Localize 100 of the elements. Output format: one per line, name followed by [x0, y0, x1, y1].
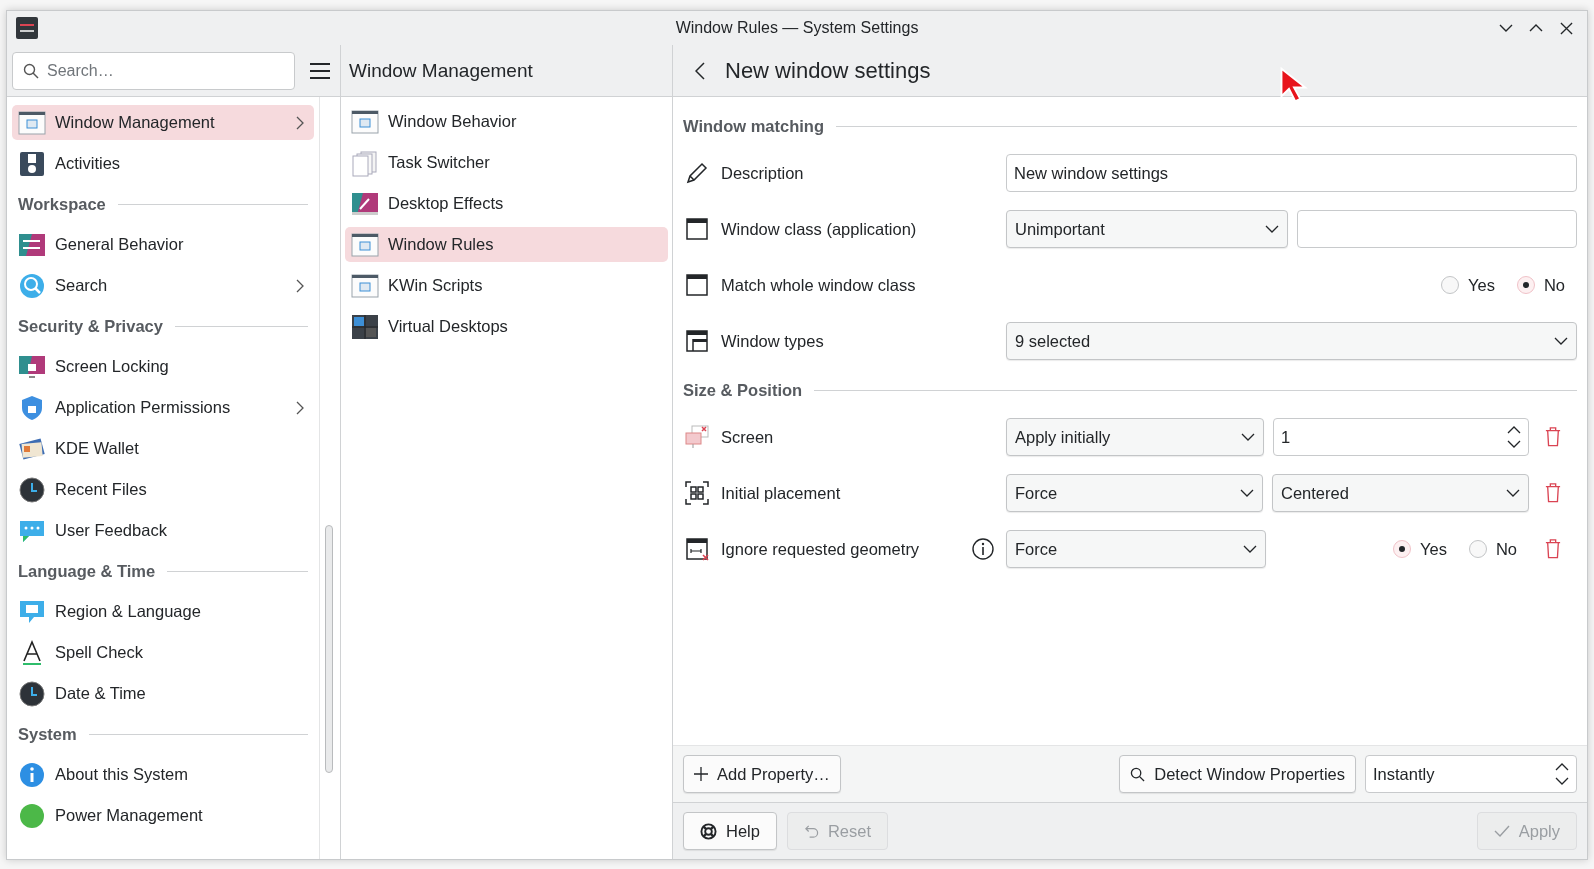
- dropdown[interactable]: Unimportant: [1006, 210, 1288, 248]
- plus-icon: [694, 767, 708, 781]
- dropdown[interactable]: Force: [1006, 474, 1263, 512]
- window-frame-icon: [683, 215, 711, 243]
- chevron-down-icon: [1265, 225, 1279, 233]
- search-field[interactable]: Search…: [12, 51, 295, 90]
- add-property-button[interactable]: Add Property…: [683, 755, 841, 793]
- chevron-left-icon: [695, 61, 705, 80]
- radio-label: No: [1543, 275, 1565, 295]
- dropdown[interactable]: Force: [1006, 530, 1266, 568]
- spin-box[interactable]: 1: [1273, 418, 1529, 456]
- panel-title: Window Management: [349, 59, 533, 82]
- chevron-down-icon: [1506, 489, 1520, 497]
- sidebar-item[interactable]: Screen Locking: [12, 349, 314, 384]
- module-item[interactable]: Desktop Effects: [345, 186, 668, 221]
- sidebar-item[interactable]: Region & Language: [12, 594, 314, 629]
- close-icon: [1559, 21, 1573, 35]
- section-heading: Language & Time: [18, 561, 156, 581]
- lifebuoy-icon: [700, 822, 717, 840]
- page-title: New window settings: [725, 57, 931, 84]
- trash-icon: [1545, 427, 1561, 447]
- module-item[interactable]: Virtual Desktops: [345, 309, 668, 344]
- property-label: Window types: [721, 331, 825, 351]
- up-down-arrows-icon: [1507, 426, 1521, 448]
- radio-label: Yes: [1468, 275, 1495, 295]
- section-heading: Security & Privacy: [18, 316, 163, 336]
- dropdown[interactable]: Centered: [1272, 474, 1529, 512]
- section-heading: Size & Position: [683, 380, 803, 400]
- window-types-icon: [683, 327, 711, 355]
- clock-icon: [18, 679, 46, 708]
- settings-app-icon: [15, 16, 39, 40]
- chevron-down-icon: [1243, 545, 1257, 553]
- activities-icon: [18, 149, 46, 178]
- trash-icon: [1545, 483, 1561, 503]
- sidebar-item[interactable]: Power Management: [12, 798, 314, 833]
- section-heading: System: [18, 724, 77, 744]
- sidebar-item[interactable]: Application Permissions: [12, 390, 314, 425]
- property-label: Ignore requested geometry: [721, 539, 921, 559]
- scrollbar-thumb[interactable]: [325, 525, 333, 773]
- window-title: Window Rules — System Settings: [675, 19, 919, 37]
- radio-button[interactable]: [1441, 276, 1459, 294]
- placement-icon: [683, 479, 711, 507]
- module-item[interactable]: Window Rules: [345, 227, 668, 262]
- window-icon: [351, 230, 379, 259]
- module-item[interactable]: KWin Scripts: [345, 268, 668, 303]
- menu-icon: [309, 61, 331, 80]
- stacked-windows-icon: [351, 148, 379, 177]
- sidebar-item[interactable]: Spell Check: [12, 635, 314, 670]
- chevron-down-icon: [1241, 433, 1255, 441]
- module-item[interactable]: Task Switcher: [345, 145, 668, 180]
- chevron-down-icon: [1554, 337, 1568, 345]
- clock-icon: [18, 475, 46, 504]
- sidebar-item[interactable]: Activities: [12, 146, 314, 181]
- property-label: Initial placement: [721, 483, 842, 503]
- geometry-icon: [683, 535, 711, 563]
- radio-label: No: [1495, 539, 1517, 559]
- sidebar-item[interactable]: KDE Wallet: [12, 431, 314, 466]
- property-label: Screen: [721, 427, 775, 447]
- monitor-icon: [683, 423, 711, 451]
- sidebar-item[interactable]: Search: [12, 268, 314, 303]
- window-icon: [351, 271, 379, 300]
- chevron-down-icon: [1499, 24, 1513, 32]
- undo-icon: [803, 823, 819, 839]
- dropdown[interactable]: 9 selected: [1006, 322, 1577, 360]
- chevron-down-icon: [1240, 489, 1254, 497]
- sidebar-item[interactable]: About this System: [12, 757, 314, 792]
- delay-spin-box[interactable]: Instantly: [1365, 755, 1577, 793]
- window-frame-icon: [683, 271, 711, 299]
- checkmark-icon: [1493, 825, 1510, 837]
- radio-button[interactable]: [1516, 276, 1535, 294]
- radio-button[interactable]: [1393, 540, 1411, 558]
- sidebar-item[interactable]: General Behavior: [12, 227, 314, 262]
- module-item[interactable]: Window Behavior: [345, 104, 668, 139]
- sidebar-item[interactable]: Date & Time: [12, 676, 314, 711]
- dropdown[interactable]: Apply initially: [1006, 418, 1264, 456]
- search-icon: [18, 271, 46, 300]
- sidebar-item[interactable]: Window Management: [12, 105, 314, 140]
- property-label: Window class (application): [721, 219, 918, 239]
- up-down-arrows-icon: [1555, 763, 1569, 785]
- property-label: Description: [721, 163, 805, 183]
- text-field[interactable]: New window settings: [1006, 154, 1577, 192]
- power-icon: [18, 801, 46, 830]
- radio-button[interactable]: [1468, 540, 1487, 558]
- window-icon: [18, 108, 46, 137]
- text-field[interactable]: [1297, 210, 1577, 248]
- search-icon: [1130, 766, 1146, 782]
- property-label: Match whole window class: [721, 275, 917, 295]
- chevron-up-icon: [1529, 24, 1543, 32]
- detect-button[interactable]: Detect Window Properties: [1119, 755, 1356, 793]
- section-heading: Window matching: [683, 116, 824, 136]
- desktop-grid-icon: [351, 312, 379, 341]
- window-icon: [351, 107, 379, 136]
- help-button[interactable]: Help: [683, 812, 777, 850]
- section-heading: Workspace: [18, 194, 106, 214]
- radio-label: Yes: [1420, 539, 1447, 559]
- info-icon: [18, 760, 46, 789]
- info-icon[interactable]: [972, 538, 994, 560]
- sidebar-item[interactable]: User Feedback: [12, 513, 314, 548]
- trash-icon: [1545, 539, 1561, 559]
- sidebar-item[interactable]: Recent Files: [12, 472, 314, 507]
